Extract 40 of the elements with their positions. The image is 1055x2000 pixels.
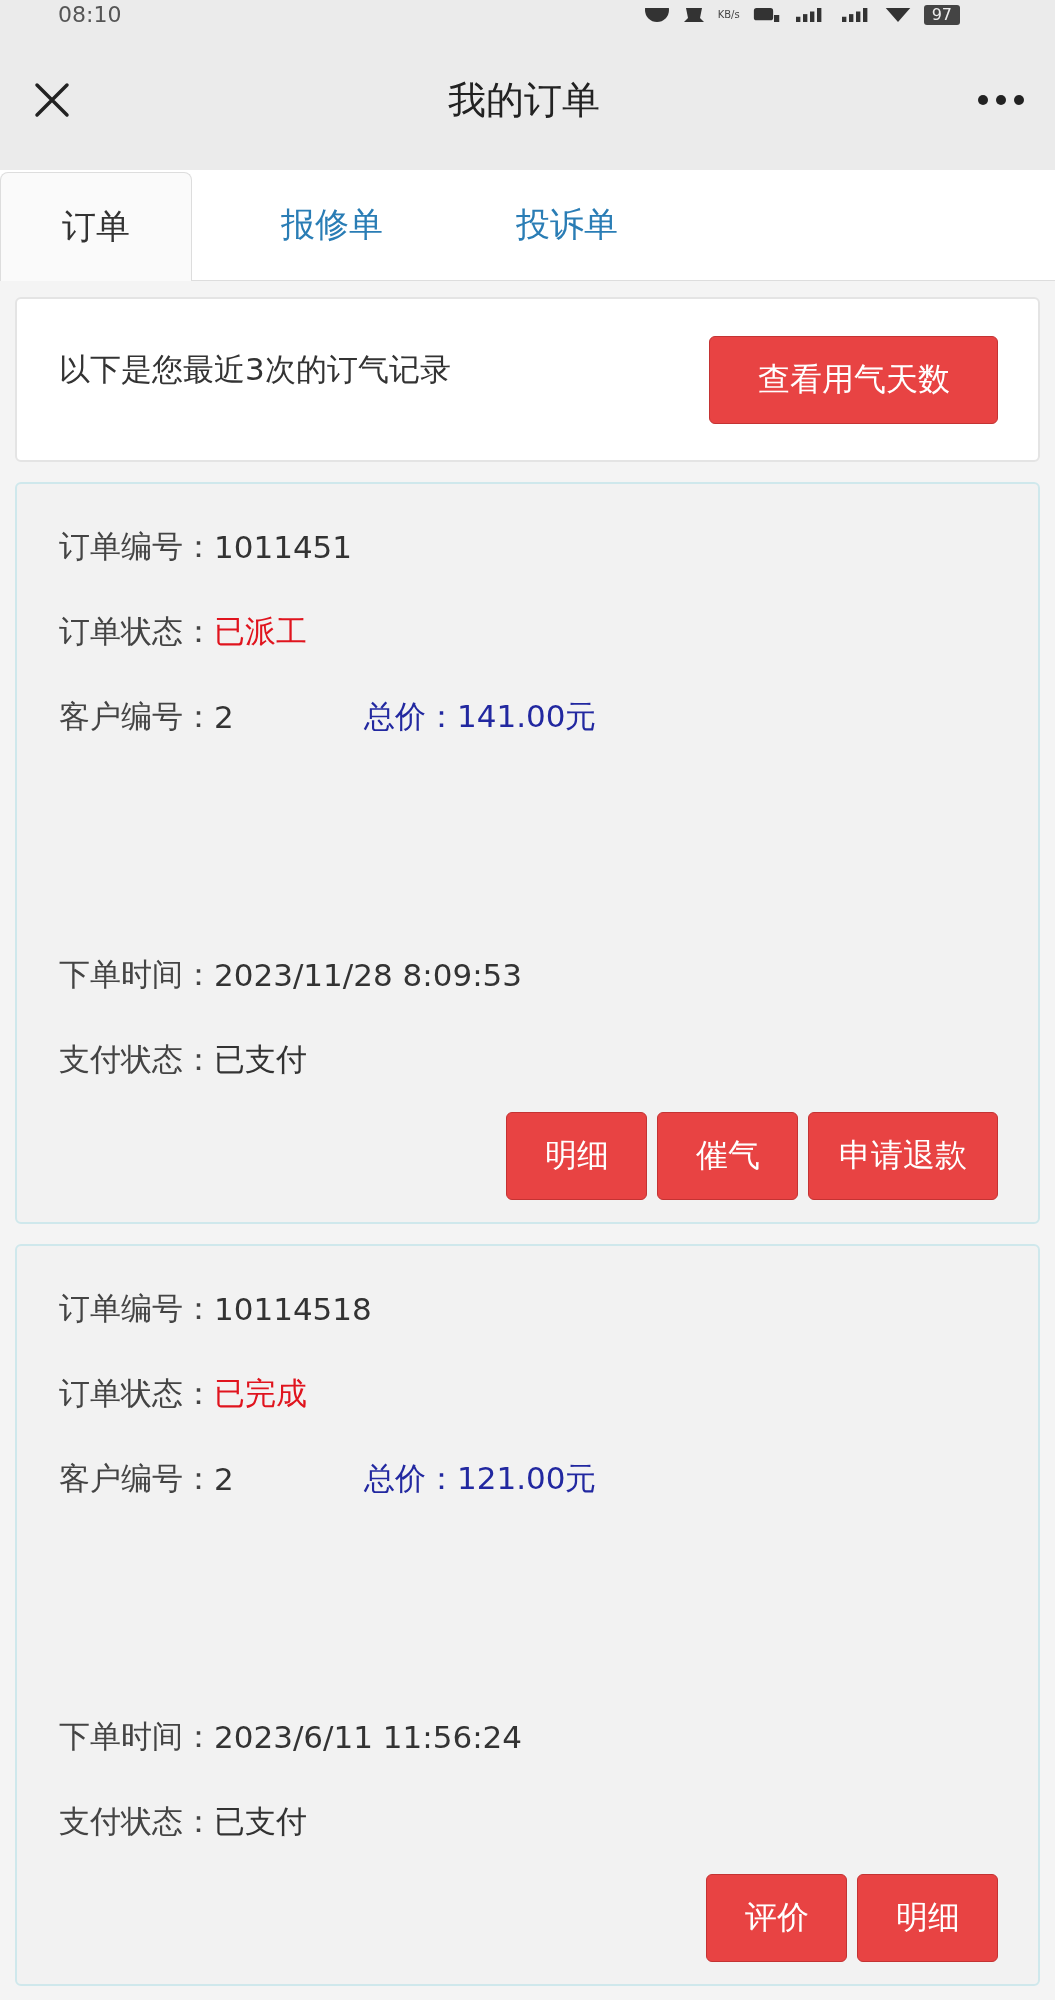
tab[interactable]: 报修单 — [237, 170, 427, 280]
view-days-button[interactable]: 查看用气天数 — [709, 335, 998, 424]
price-label: 总价： — [364, 696, 457, 736]
field-label: 订单编号： — [59, 1288, 214, 1328]
action-button[interactable]: 评价 — [706, 1874, 847, 1962]
price-value: 121.00元 — [457, 1458, 597, 1498]
field-value: 2 — [214, 698, 235, 735]
notice-text: 以下是您最近3次的订气记录 — [59, 349, 451, 389]
field-value: 2 — [214, 1460, 235, 1497]
price-label: 总价： — [364, 1458, 457, 1498]
field-value: 1011451 — [214, 528, 353, 565]
field-value: 2023/11/28 8:09:53 — [214, 956, 523, 993]
battery-level: 97 — [923, 5, 960, 25]
field-label: 下单时间： — [59, 1716, 214, 1756]
field-value: 已完成 — [214, 1373, 307, 1413]
field-value: 10114518 — [214, 1290, 372, 1327]
price-value: 141.00元 — [457, 696, 597, 736]
tab[interactable]: 投诉单 — [472, 170, 662, 280]
action-button[interactable]: 明细 — [506, 1112, 647, 1200]
field-label: 客户编号： — [59, 1458, 214, 1498]
field-value: 2023/6/11 11:56:24 — [214, 1718, 523, 1755]
more-icon[interactable] — [977, 94, 1025, 106]
field-label: 下单时间： — [59, 954, 214, 994]
field-value: 已支付 — [214, 1039, 307, 1079]
page-title: 我的订单 — [447, 76, 600, 124]
status-time: 08:10 — [58, 1, 122, 29]
action-button[interactable]: 催气 — [657, 1112, 798, 1200]
field-label: 客户编号： — [59, 696, 214, 736]
field-label: 支付状态： — [59, 1039, 214, 1079]
action-button[interactable]: 申请退款 — [808, 1112, 998, 1200]
field-label: 订单状态： — [59, 1373, 214, 1413]
tab[interactable]: 订单 — [0, 172, 192, 281]
field-value: 已派工 — [214, 611, 307, 651]
network-speed: KB/s — [717, 8, 740, 22]
close-icon[interactable] — [34, 82, 70, 118]
action-button[interactable]: 明细 — [857, 1874, 998, 1962]
field-label: 订单状态： — [59, 611, 214, 651]
field-label: 支付状态： — [59, 1801, 214, 1841]
field-label: 订单编号： — [59, 526, 214, 566]
field-value: 已支付 — [214, 1801, 307, 1841]
